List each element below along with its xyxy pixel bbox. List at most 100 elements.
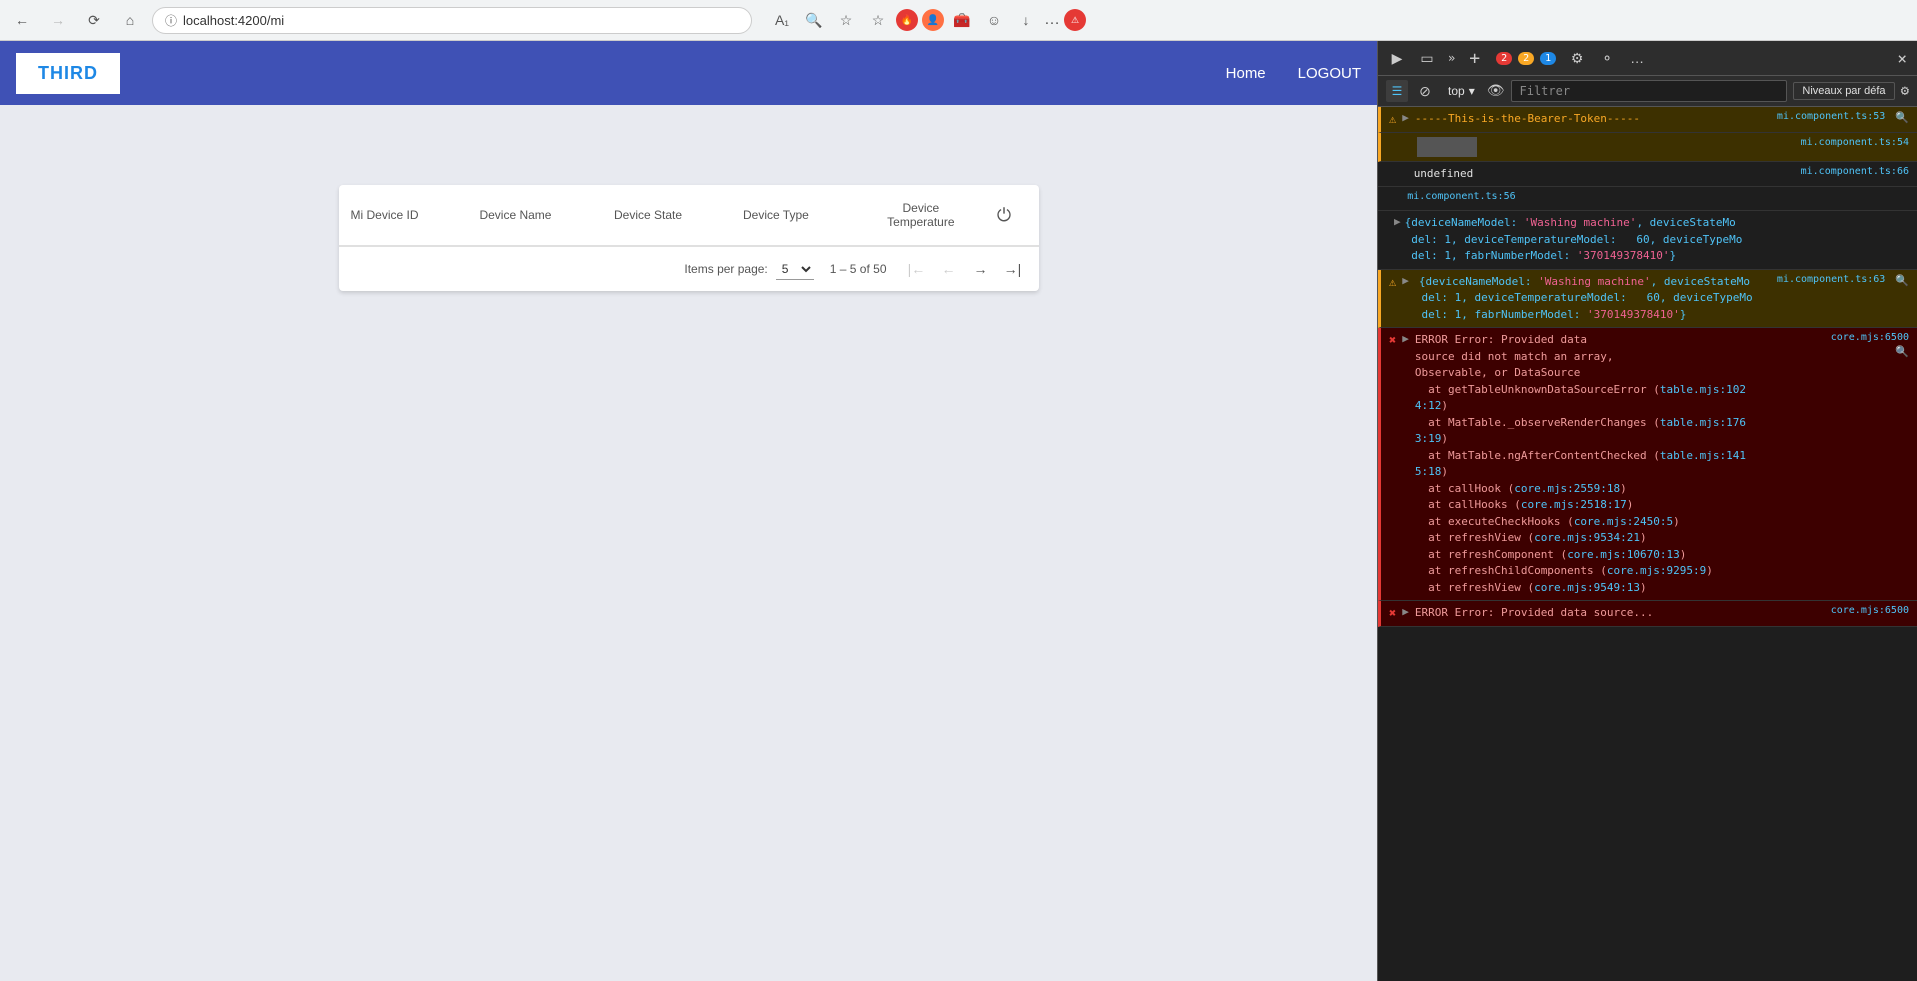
console-entry-1: ⚠ ▶ -----This-is-the-Bearer-Token----- m… [1378,107,1917,133]
link-core10670[interactable]: core.mjs:10670:13 [1567,548,1680,561]
browser-actions: A₁ 🔍 ☆ ☆ 🔥 👤 🧰 ☺ ↓ … ⚠ [768,6,1086,34]
app-content: THIRD Home LOGOUT Mi Device ID Device Na… [0,41,1377,981]
prev-page-button[interactable]: ← [935,255,963,283]
page-info: 1 – 5 of 50 [830,262,887,276]
browser-menu-button[interactable]: … [1044,11,1060,29]
devtools-close-button[interactable]: × [1893,47,1911,70]
devtools-inspect-button[interactable]: ▶ [1384,45,1410,71]
search-icon-5[interactable]: 🔍 [1895,274,1909,287]
first-page-button[interactable]: |← [903,255,931,283]
console-text-3: undefined [1414,166,1795,183]
devtools-more-button[interactable]: » [1444,49,1459,67]
eye-icon[interactable]: 👁 [1487,83,1505,99]
devtools-customize-button[interactable]: ⚬ [1594,45,1620,71]
console-source-5[interactable]: mi.component.ts:63 [1777,274,1885,285]
console-source-1[interactable]: mi.component.ts:53 [1777,111,1885,122]
device-table-card: Mi Device ID Device Name Device State De… [339,185,1039,291]
col-device-type: Device Type [731,185,857,246]
info-count-badge: 1 [1540,52,1556,65]
devtools-add-button[interactable]: + [1463,46,1486,71]
console-clear-button[interactable]: ⊘ [1414,80,1436,102]
immersive-reader-button[interactable]: 🔍 [800,6,828,34]
error-icon-7: ✖ [1389,606,1396,620]
favorites-collection-button[interactable]: ☺ [980,6,1008,34]
console-source-mi56[interactable]: mi.component.ts:56 [1407,191,1515,202]
levels-button[interactable]: Niveaux par défa [1793,82,1894,100]
nav-home[interactable]: Home [1226,65,1266,82]
link-core9534[interactable]: core.mjs:9534:21 [1534,531,1640,544]
devtools-panel: ▶ ▭ » + 2 2 1 ⚙ ⚬ … × ☰ ⊘ top ▾ 👁 Niveau… [1377,41,1917,981]
extension-red-icon[interactable]: 🔥 [896,9,918,31]
console-source-2[interactable]: mi.component.ts:54 [1801,137,1909,148]
console-entry-7: ✖ ▶ ERROR Error: Provided data source...… [1378,601,1917,627]
favorites-button[interactable]: ☆ [864,6,892,34]
icon-4 [1394,192,1401,206]
context-label: top [1448,84,1465,98]
expand-5[interactable]: ▶ [1402,274,1409,287]
link-core2518[interactable]: core.mjs:2518:17 [1521,498,1627,511]
console-source-6[interactable]: core.mjs:6500 [1831,332,1909,343]
console-output: ⚠ ▶ -----This-is-the-Bearer-Token----- m… [1378,107,1917,981]
devtools-more-tools-button[interactable]: … [1624,45,1650,71]
search-icon-1[interactable]: 🔍 [1895,111,1909,124]
browser-toolbar: ← → ⟳ ⌂ ⓘ localhost:4200/mi A₁ 🔍 ☆ ☆ 🔥 👤… [0,0,1917,40]
page-nav: |← ← → →| [903,255,1027,283]
add-to-favorites-button[interactable]: ☆ [832,6,860,34]
col-device-state: Device State [602,185,731,246]
devtools-settings-button[interactable]: ⚙ [1564,45,1590,71]
items-per-page-select[interactable]: 5 10 25 50 [776,259,814,280]
devtools-main-toolbar: ▶ ▭ » + 2 2 1 ⚙ ⚬ … × [1378,41,1917,76]
error-badge: ⚠ [1064,9,1086,31]
console-source-7[interactable]: core.mjs:6500 [1831,605,1909,616]
console-settings-icon[interactable]: ⚙ [1901,83,1909,99]
power-button[interactable]: ⏻ [997,205,1011,226]
main-layout: THIRD Home LOGOUT Mi Device ID Device Na… [0,41,1917,981]
console-entry-5: ⚠ ▶ {deviceNameModel: 'Washing machine',… [1378,270,1917,329]
col-device-temperature: DeviceTemperature [857,185,985,246]
console-entry-2: mi.component.ts:54 [1378,133,1917,162]
expand-4[interactable]: ▶ [1394,215,1401,265]
link-core9549[interactable]: core.mjs:9549:13 [1534,581,1640,594]
expand-7[interactable]: ▶ [1402,605,1409,618]
devtools-device-button[interactable]: ▭ [1414,45,1440,71]
context-dropdown[interactable]: top ▾ [1442,82,1481,100]
expand-6[interactable]: ▶ [1402,332,1409,345]
console-drawer-toggle[interactable]: ☰ [1386,80,1408,102]
extensions-button[interactable]: 🧰 [948,6,976,34]
link-table1415[interactable]: table.mjs:141 5:18 [1415,449,1746,479]
console-text-6: ERROR Error: Provided data source did no… [1415,332,1831,596]
link-core2450[interactable]: core.mjs:2450:5 [1574,515,1673,528]
forward-button[interactable]: → [44,6,72,34]
app-logo: THIRD [16,53,120,94]
reader-mode-button[interactable]: A₁ [768,6,796,34]
warning-icon-5: ⚠ [1389,275,1396,289]
console-text-7: ERROR Error: Provided data source... [1415,605,1825,622]
nav-logout[interactable]: LOGOUT [1298,65,1361,82]
download-button[interactable]: ↓ [1012,6,1040,34]
next-page-button[interactable]: → [967,255,995,283]
back-button[interactable]: ← [8,6,36,34]
link-core2559[interactable]: core.mjs:2559:18 [1514,482,1620,495]
last-page-button[interactable]: →| [999,255,1027,283]
address-bar: ⓘ localhost:4200/mi [152,7,752,34]
expand-1[interactable]: ▶ [1402,111,1409,124]
console-filter-input[interactable] [1511,80,1788,102]
link-table1024[interactable]: table.mjs:102 4:12 [1415,383,1746,413]
app-body: Mi Device ID Device Name Device State De… [0,105,1377,981]
reload-button[interactable]: ⟳ [80,6,108,34]
link-core9295[interactable]: core.mjs:9295:9 [1607,564,1706,577]
console-text-1: -----This-is-the-Bearer-Token----- [1415,111,1771,128]
paginator: Items per page: 5 10 25 50 1 – 5 of 50 |… [339,246,1039,291]
url-text: localhost:4200/mi [183,13,284,28]
console-text-2 [1417,137,1795,157]
home-button[interactable]: ⌂ [116,6,144,34]
device-table: Mi Device ID Device Name Device State De… [339,185,1039,246]
console-entry-4: mi.component.ts:56 [1378,187,1917,211]
console-entry-3: undefined mi.component.ts:66 [1378,162,1917,188]
console-source-3[interactable]: mi.component.ts:66 [1801,166,1909,177]
extension-multi-icon[interactable]: 👤 [922,9,944,31]
security-icon: ⓘ [165,12,177,29]
search-icon-6[interactable]: 🔍 [1895,345,1909,358]
error-count-badge: 2 [1496,52,1512,65]
link-table1763[interactable]: table.mjs:176 3:19 [1415,416,1746,446]
